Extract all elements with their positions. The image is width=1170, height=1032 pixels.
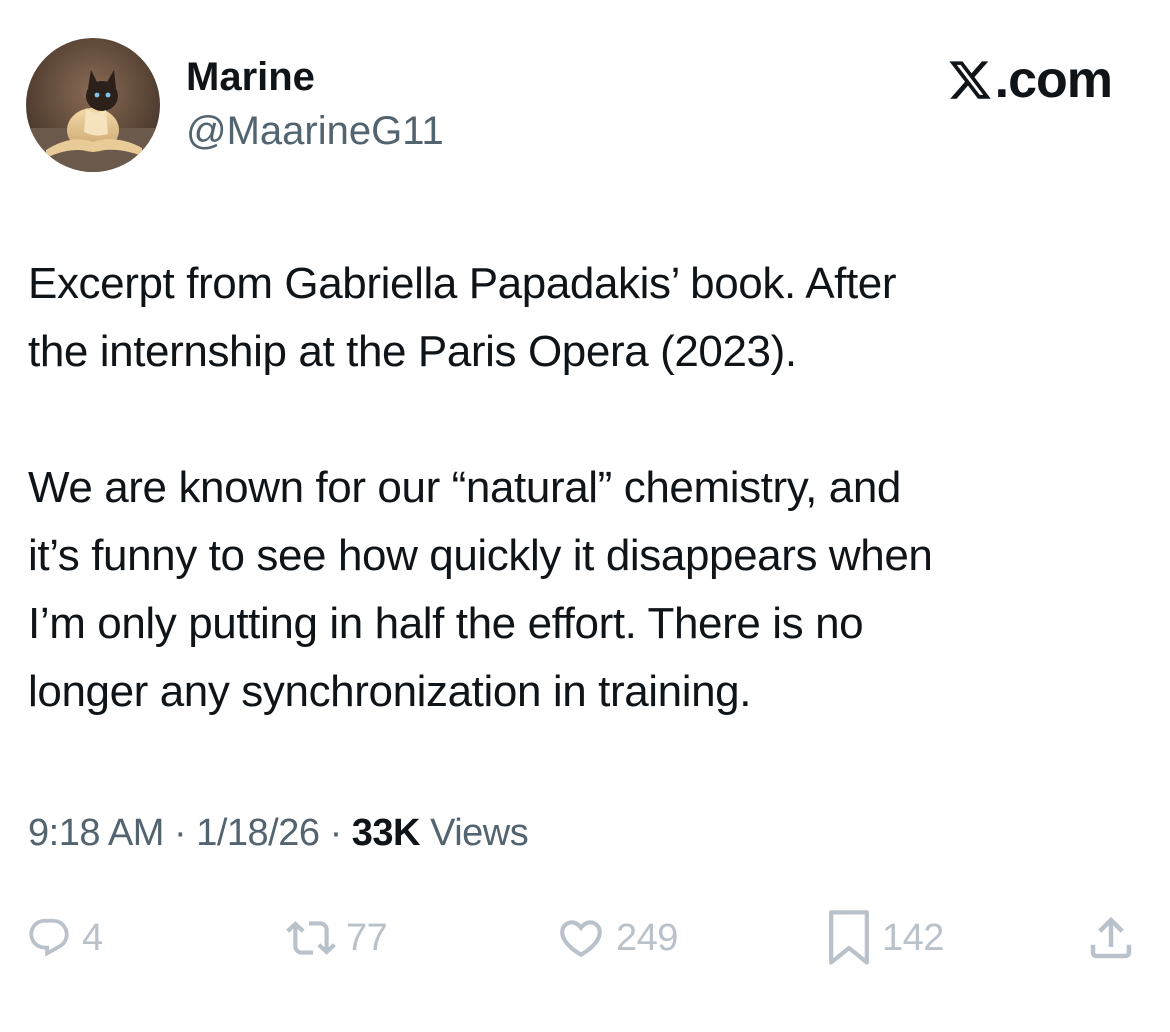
bookmark-icon — [829, 910, 869, 965]
tweet-line: it’s funny to see how quickly it disappe… — [28, 531, 933, 580]
cat-avatar-image — [26, 38, 160, 172]
share-icon — [1090, 916, 1132, 959]
reply-count: 4 — [82, 916, 103, 959]
brand-domain-text: .com — [994, 51, 1113, 109]
avatar[interactable] — [26, 38, 160, 172]
meta-separator: · — [329, 812, 343, 854]
repost-count: 77 — [346, 916, 388, 959]
reply-icon — [29, 918, 69, 957]
repost-button[interactable]: 77 — [286, 908, 388, 968]
brand-watermark: .com — [947, 51, 1113, 109]
heart-icon — [560, 920, 602, 958]
views-label: Views — [430, 812, 529, 854]
like-count: 249 — [616, 916, 678, 959]
user-handle[interactable]: @MaarineG11 — [186, 108, 444, 154]
meta-separator: · — [173, 812, 187, 854]
display-name[interactable]: Marine — [186, 54, 315, 100]
like-button[interactable]: 249 — [556, 908, 678, 968]
tweet-date[interactable]: 1/18/26 — [196, 812, 320, 854]
tweet-line: Excerpt from Gabriella Papadakis’ book. … — [28, 259, 897, 308]
bookmark-button[interactable]: 142 — [826, 908, 944, 968]
tweet-line: I’m only putting in half the effort. The… — [28, 599, 864, 648]
share-button[interactable] — [1084, 908, 1138, 968]
x-logo-icon — [949, 61, 991, 99]
reply-button[interactable]: 4 — [26, 908, 103, 968]
bookmark-count: 142 — [882, 916, 944, 959]
tweet-line: We are known for our “natural” chemistry… — [28, 463, 901, 512]
views-count: 33K — [351, 812, 421, 854]
tweet-line: longer any synchronization in training. — [28, 667, 752, 716]
tweet-time[interactable]: 9:18 AM — [28, 812, 164, 854]
repost-icon — [286, 921, 336, 955]
tweet-metadata: 9:18 AM · 1/18/26 · 33K Views — [28, 808, 529, 858]
tweet-text: Excerpt from Gabriella Papadakis’ book. … — [28, 250, 1148, 726]
tweet-line: the internship at the Paris Opera (2023)… — [28, 327, 797, 376]
